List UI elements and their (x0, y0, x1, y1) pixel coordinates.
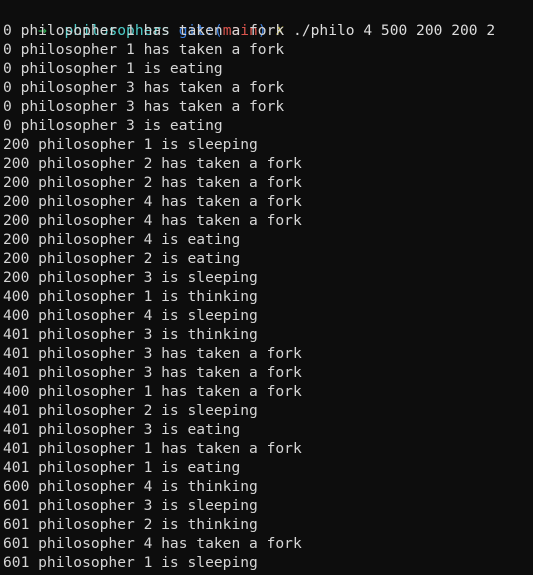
terminal-output-line: 0 philosopher 1 is eating (3, 60, 223, 77)
terminal-output-line: 0 philosopher 1 has taken a fork (3, 41, 285, 58)
terminal-output-line: 0 philosopher 3 is eating (3, 117, 223, 134)
terminal-output-line: 200 philosopher 2 is eating (3, 250, 241, 267)
shell-prompt-line: → philosophers git:(main) ✗ ./philo 4 50… (0, 0, 533, 39)
terminal-output-line: 401 philosopher 1 is eating (3, 459, 241, 476)
terminal-output: 0 philosopher 1 has taken a fork 0 philos… (0, 21, 533, 572)
terminal-output-line: 401 philosopher 3 has taken a fork (3, 345, 302, 362)
terminal-output-line: 200 philosopher 2 has taken a fork (3, 174, 302, 191)
terminal-output-line: 0 philosopher 3 has taken a fork (3, 79, 285, 96)
terminal-output-line: 601 philosopher 2 is thinking (3, 516, 258, 533)
terminal-output-line: 601 philosopher 1 is sleeping (3, 554, 258, 571)
terminal-output-line: 200 philosopher 4 is eating (3, 231, 241, 248)
terminal-output-line: 401 philosopher 3 is eating (3, 421, 241, 438)
terminal-output-line: 200 philosopher 3 is sleeping (3, 269, 258, 286)
terminal-output-line: 0 philosopher 3 has taken a fork (3, 98, 285, 115)
terminal-output-line: 401 philosopher 2 is sleeping (3, 402, 258, 419)
terminal-output-line: 600 philosopher 4 is thinking (3, 478, 258, 495)
terminal-output-line: 200 philosopher 2 has taken a fork (3, 155, 302, 172)
terminal-output-line: 200 philosopher 4 has taken a fork (3, 193, 302, 210)
terminal-output-line: 400 philosopher 1 has taken a fork (3, 383, 302, 400)
terminal-output-line: 401 philosopher 3 has taken a fork (3, 364, 302, 381)
terminal-output-line: 401 philosopher 1 has taken a fork (3, 440, 302, 457)
prompt-command: ./philo 4 500 200 200 2 (293, 22, 496, 39)
terminal-output-line: 400 philosopher 1 is thinking (3, 288, 258, 305)
terminal-window[interactable]: → philosophers git:(main) ✗ ./philo 4 50… (0, 0, 533, 575)
terminal-output-line: 601 philosopher 4 has taken a fork (3, 535, 302, 552)
terminal-output-line: 401 philosopher 3 is thinking (3, 326, 258, 343)
terminal-output-line: 200 philosopher 4 has taken a fork (3, 212, 302, 229)
terminal-output-line: 200 philosopher 1 is sleeping (3, 136, 258, 153)
terminal-output-line: 400 philosopher 4 is sleeping (3, 307, 258, 324)
terminal-output-line: 601 philosopher 3 is sleeping (3, 497, 258, 514)
